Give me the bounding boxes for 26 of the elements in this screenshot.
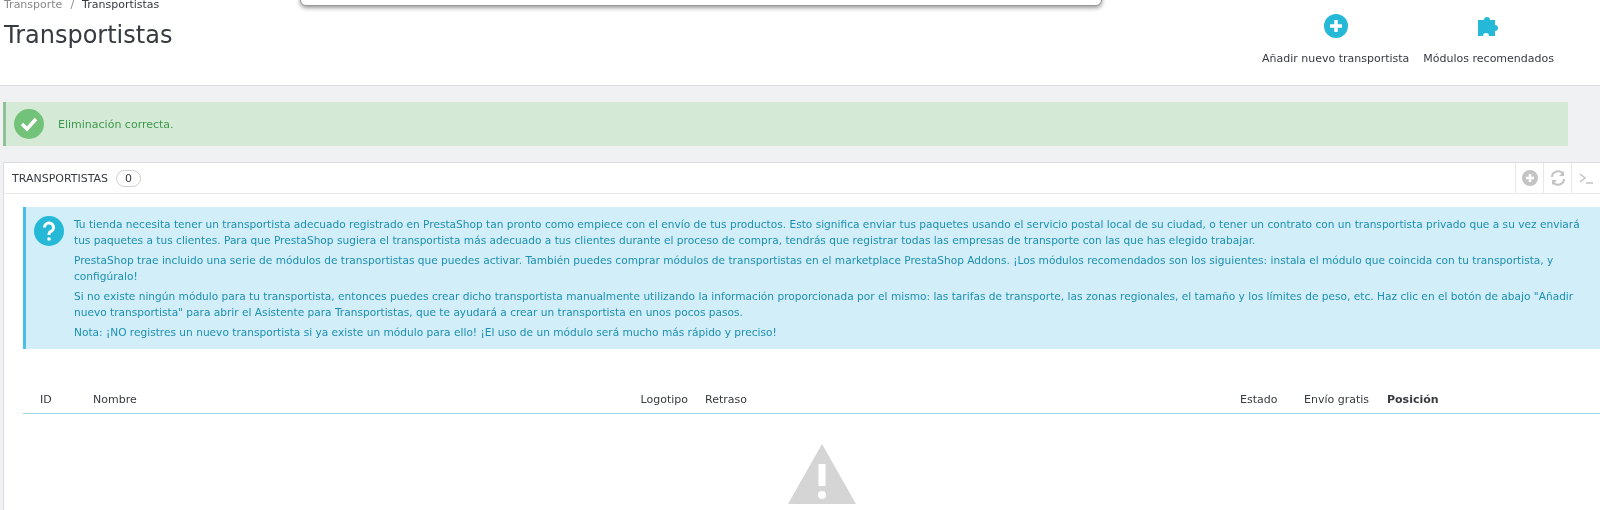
info-paragraph: PrestaShop trae incluido una serie de módulos de transportistas que puedes activar. También puedes comprar módulos de transportistas en el marketplace PrestaShop Addons. ¡Los módulos recomendados son los siguientes: instala el módulo que coincida con tu transportista, y configúralo! xyxy=(74,253,1555,284)
toolbar-button[interactable]: Módulos recomendados xyxy=(1423,14,1554,65)
panel-title: TRANSPORTISTAS xyxy=(12,171,109,185)
breadcrumb-separator: / xyxy=(70,0,75,11)
info-paragraph: Nota: ¡NO registres un nuevo transportista si ya existe un módulo para ello! ¡El uso de un módulo será mucho más rápido y preciso! xyxy=(74,325,778,340)
alert-message: Eliminación correcta. xyxy=(58,117,174,131)
column-header[interactable]: ID xyxy=(23,392,76,406)
breadcrumb-item: Transportistas xyxy=(82,0,160,11)
column-header[interactable]: Estado xyxy=(1223,392,1287,406)
plus-circle-icon xyxy=(1521,170,1538,186)
info-paragraph: Si no existe ningún módulo para tu transportista, entonces puedes crear dicho transportista manualmente utilizando la información proporcionada por el mismo: las tarifas de transporte, las zonas regionales, el tamaño y los límites de peso, etc. Haz clic en el botón de abajo "Añadir nuevo transportista" para abrir el Asistente para Transportistas, que te ayudará a crear un transportista en unos pocos pasos. xyxy=(74,289,1575,320)
warning-icon xyxy=(785,442,858,506)
column-header[interactable]: Envío gratis xyxy=(1287,392,1370,406)
help-icon xyxy=(34,216,64,246)
info-paragraph: Tu tienda necesita tener un transportista adecuado registrado en PrestaShop tan pronto como empiece con el envío de tus productos. Esto significa enviar tus paquetes usando el servicio postal local de su ciudad, o tener un contrato con un transportista privado que a su vez enviará tus paquetes a tus clientes. Para que PrestaShop sugiera el transportista más adecuado a tus clientes durante el proceso de compra, tendrás que registrar todas las empresas de transporte con las que has elegido trabajar. xyxy=(74,217,1581,248)
refresh-icon xyxy=(1549,170,1566,186)
terminal-icon xyxy=(1577,170,1594,186)
toolbar-button[interactable]: Añadir nuevo transportista xyxy=(1261,14,1410,65)
breadcrumb-item[interactable]: Transporte xyxy=(4,0,63,11)
column-header[interactable]: Nombre xyxy=(76,392,626,406)
page-title: Transportistas xyxy=(4,21,173,49)
column-header[interactable]: Posición xyxy=(1370,392,1600,406)
plus-circle-icon xyxy=(1323,14,1348,38)
column-header[interactable]: Retraso xyxy=(688,392,1223,406)
column-header[interactable]: Logotipo xyxy=(626,392,688,406)
check-circle-icon xyxy=(14,109,44,139)
